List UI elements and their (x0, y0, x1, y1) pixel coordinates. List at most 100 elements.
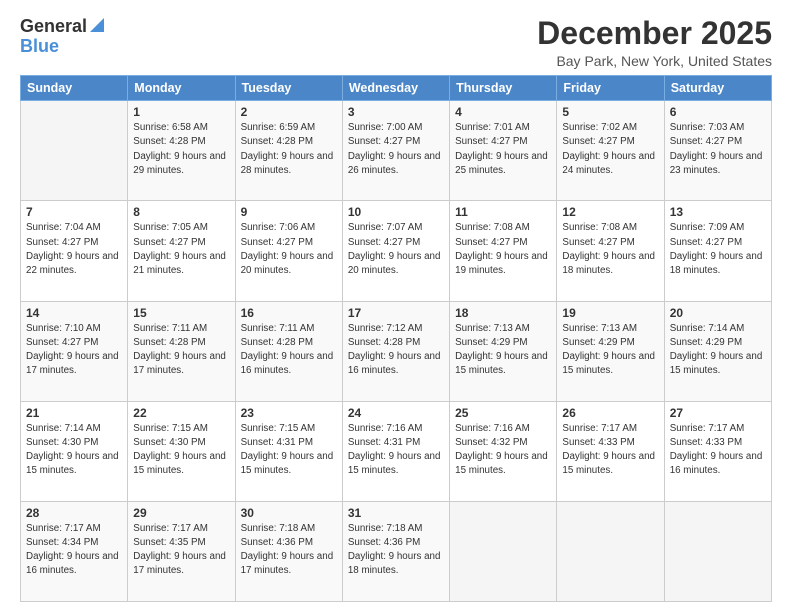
sunset-text: Sunset: 4:27 PM (26, 237, 98, 248)
daylight-text: Daylight: 9 hours and 15 minutes. (26, 451, 119, 476)
calendar-cell: 3 Sunrise: 7:00 AM Sunset: 4:27 PM Dayli… (342, 101, 449, 201)
sunset-text: Sunset: 4:35 PM (133, 537, 205, 548)
logo-blue-text: Blue (20, 37, 104, 57)
sunset-text: Sunset: 4:30 PM (26, 437, 98, 448)
calendar-cell: 8 Sunrise: 7:05 AM Sunset: 4:27 PM Dayli… (128, 201, 235, 301)
daylight-text: Daylight: 9 hours and 16 minutes. (26, 551, 119, 576)
daylight-text: Daylight: 9 hours and 19 minutes. (455, 251, 548, 276)
day-number: 14 (26, 306, 122, 320)
daylight-text: Daylight: 9 hours and 18 minutes. (670, 251, 763, 276)
day-info: Sunrise: 7:16 AM Sunset: 4:32 PM Dayligh… (455, 422, 551, 479)
calendar-cell: 11 Sunrise: 7:08 AM Sunset: 4:27 PM Dayl… (450, 201, 557, 301)
day-info: Sunrise: 7:17 AM Sunset: 4:35 PM Dayligh… (133, 522, 229, 579)
day-info: Sunrise: 7:14 AM Sunset: 4:29 PM Dayligh… (670, 322, 766, 379)
daylight-text: Daylight: 9 hours and 22 minutes. (26, 251, 119, 276)
logo: General Blue (20, 16, 104, 57)
day-number: 5 (562, 105, 658, 119)
day-info: Sunrise: 7:07 AM Sunset: 4:27 PM Dayligh… (348, 221, 444, 278)
day-number: 27 (670, 406, 766, 420)
calendar-cell (557, 501, 664, 601)
sunrise-text: Sunrise: 7:17 AM (133, 523, 208, 534)
header-wednesday: Wednesday (342, 76, 449, 101)
day-info: Sunrise: 7:00 AM Sunset: 4:27 PM Dayligh… (348, 121, 444, 178)
day-number: 18 (455, 306, 551, 320)
sunrise-text: Sunrise: 7:16 AM (348, 423, 423, 434)
daylight-text: Daylight: 9 hours and 26 minutes. (348, 151, 441, 176)
sunset-text: Sunset: 4:29 PM (562, 337, 634, 348)
calendar-week-4: 21 Sunrise: 7:14 AM Sunset: 4:30 PM Dayl… (21, 401, 772, 501)
sunset-text: Sunset: 4:28 PM (348, 337, 420, 348)
day-info: Sunrise: 7:18 AM Sunset: 4:36 PM Dayligh… (348, 522, 444, 579)
sunset-text: Sunset: 4:28 PM (133, 136, 205, 147)
daylight-text: Daylight: 9 hours and 24 minutes. (562, 151, 655, 176)
day-number: 10 (348, 205, 444, 219)
calendar-cell: 4 Sunrise: 7:01 AM Sunset: 4:27 PM Dayli… (450, 101, 557, 201)
calendar-week-3: 14 Sunrise: 7:10 AM Sunset: 4:27 PM Dayl… (21, 301, 772, 401)
daylight-text: Daylight: 9 hours and 16 minutes. (348, 351, 441, 376)
daylight-text: Daylight: 9 hours and 28 minutes. (241, 151, 334, 176)
sunrise-text: Sunrise: 7:14 AM (26, 423, 101, 434)
daylight-text: Daylight: 9 hours and 15 minutes. (241, 451, 334, 476)
title-block: December 2025 Bay Park, New York, United… (537, 16, 772, 69)
calendar-week-5: 28 Sunrise: 7:17 AM Sunset: 4:34 PM Dayl… (21, 501, 772, 601)
calendar-cell: 24 Sunrise: 7:16 AM Sunset: 4:31 PM Dayl… (342, 401, 449, 501)
day-info: Sunrise: 7:18 AM Sunset: 4:36 PM Dayligh… (241, 522, 337, 579)
sunset-text: Sunset: 4:31 PM (348, 437, 420, 448)
day-number: 15 (133, 306, 229, 320)
daylight-text: Daylight: 9 hours and 23 minutes. (670, 151, 763, 176)
day-info: Sunrise: 7:17 AM Sunset: 4:33 PM Dayligh… (670, 422, 766, 479)
day-info: Sunrise: 7:11 AM Sunset: 4:28 PM Dayligh… (133, 322, 229, 379)
day-info: Sunrise: 7:11 AM Sunset: 4:28 PM Dayligh… (241, 322, 337, 379)
calendar-cell: 10 Sunrise: 7:07 AM Sunset: 4:27 PM Dayl… (342, 201, 449, 301)
day-number: 4 (455, 105, 551, 119)
day-info: Sunrise: 7:15 AM Sunset: 4:30 PM Dayligh… (133, 422, 229, 479)
day-number: 6 (670, 105, 766, 119)
sunset-text: Sunset: 4:27 PM (670, 237, 742, 248)
day-info: Sunrise: 7:13 AM Sunset: 4:29 PM Dayligh… (562, 322, 658, 379)
sunset-text: Sunset: 4:34 PM (26, 537, 98, 548)
sunset-text: Sunset: 4:27 PM (133, 237, 205, 248)
calendar-cell: 7 Sunrise: 7:04 AM Sunset: 4:27 PM Dayli… (21, 201, 128, 301)
sunrise-text: Sunrise: 7:11 AM (241, 323, 315, 334)
day-number: 21 (26, 406, 122, 420)
daylight-text: Daylight: 9 hours and 15 minutes. (455, 351, 548, 376)
main-title: December 2025 (537, 16, 772, 51)
header-monday: Monday (128, 76, 235, 101)
daylight-text: Daylight: 9 hours and 17 minutes. (241, 551, 334, 576)
day-info: Sunrise: 7:10 AM Sunset: 4:27 PM Dayligh… (26, 322, 122, 379)
sunset-text: Sunset: 4:33 PM (670, 437, 742, 448)
daylight-text: Daylight: 9 hours and 18 minutes. (348, 551, 441, 576)
sunrise-text: Sunrise: 7:15 AM (241, 423, 316, 434)
header-thursday: Thursday (450, 76, 557, 101)
day-info: Sunrise: 7:02 AM Sunset: 4:27 PM Dayligh… (562, 121, 658, 178)
calendar-cell: 17 Sunrise: 7:12 AM Sunset: 4:28 PM Dayl… (342, 301, 449, 401)
daylight-text: Daylight: 9 hours and 20 minutes. (348, 251, 441, 276)
calendar-week-2: 7 Sunrise: 7:04 AM Sunset: 4:27 PM Dayli… (21, 201, 772, 301)
day-info: Sunrise: 6:58 AM Sunset: 4:28 PM Dayligh… (133, 121, 229, 178)
calendar-cell (450, 501, 557, 601)
sunset-text: Sunset: 4:27 PM (562, 237, 634, 248)
daylight-text: Daylight: 9 hours and 29 minutes. (133, 151, 226, 176)
calendar-cell: 28 Sunrise: 7:17 AM Sunset: 4:34 PM Dayl… (21, 501, 128, 601)
calendar-cell: 15 Sunrise: 7:11 AM Sunset: 4:28 PM Dayl… (128, 301, 235, 401)
header-row: Sunday Monday Tuesday Wednesday Thursday… (21, 76, 772, 101)
daylight-text: Daylight: 9 hours and 20 minutes. (241, 251, 334, 276)
sunset-text: Sunset: 4:27 PM (455, 237, 527, 248)
sunrise-text: Sunrise: 7:05 AM (133, 222, 208, 233)
calendar-cell: 9 Sunrise: 7:06 AM Sunset: 4:27 PM Dayli… (235, 201, 342, 301)
day-number: 28 (26, 506, 122, 520)
calendar-cell: 30 Sunrise: 7:18 AM Sunset: 4:36 PM Dayl… (235, 501, 342, 601)
day-info: Sunrise: 7:09 AM Sunset: 4:27 PM Dayligh… (670, 221, 766, 278)
calendar-cell: 16 Sunrise: 7:11 AM Sunset: 4:28 PM Dayl… (235, 301, 342, 401)
daylight-text: Daylight: 9 hours and 18 minutes. (562, 251, 655, 276)
calendar-cell: 22 Sunrise: 7:15 AM Sunset: 4:30 PM Dayl… (128, 401, 235, 501)
daylight-text: Daylight: 9 hours and 17 minutes. (26, 351, 119, 376)
day-number: 1 (133, 105, 229, 119)
sunset-text: Sunset: 4:28 PM (133, 337, 205, 348)
sunset-text: Sunset: 4:33 PM (562, 437, 634, 448)
day-info: Sunrise: 7:17 AM Sunset: 4:33 PM Dayligh… (562, 422, 658, 479)
calendar-cell: 27 Sunrise: 7:17 AM Sunset: 4:33 PM Dayl… (664, 401, 771, 501)
header-tuesday: Tuesday (235, 76, 342, 101)
day-number: 12 (562, 205, 658, 219)
sunset-text: Sunset: 4:27 PM (348, 237, 420, 248)
